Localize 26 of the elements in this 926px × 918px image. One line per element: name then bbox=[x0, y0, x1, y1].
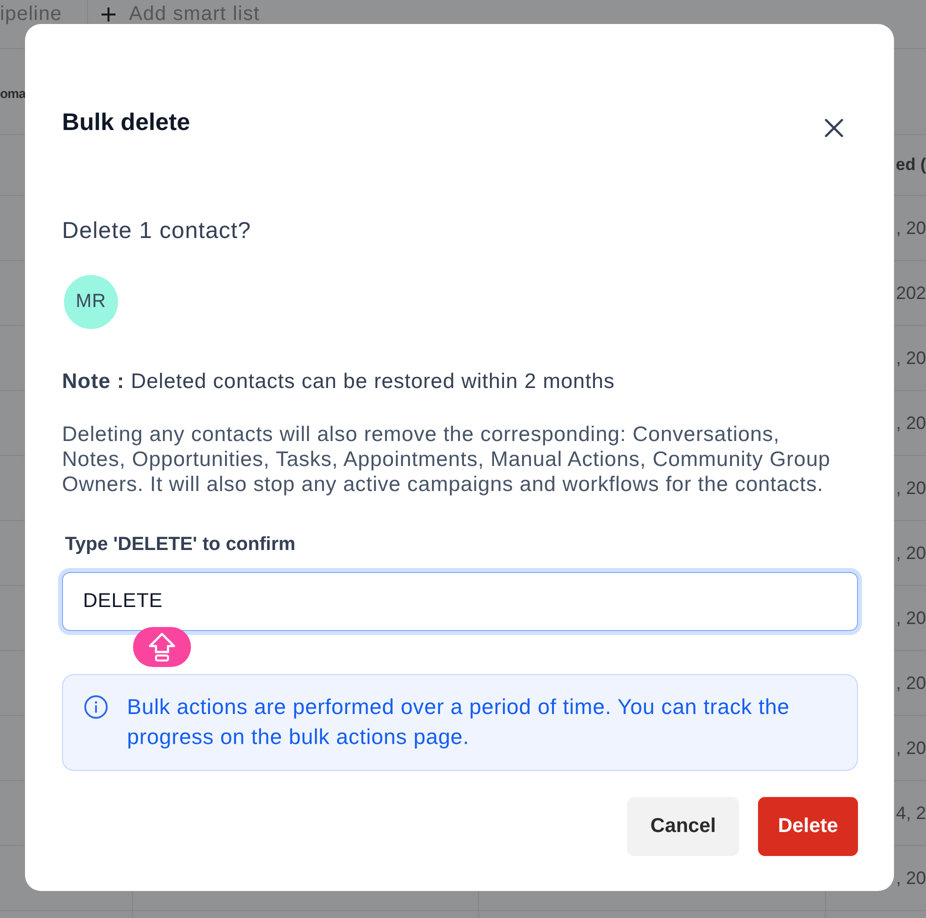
table-cell: , 20 bbox=[896, 543, 926, 563]
table-cell: , 20 bbox=[896, 673, 926, 693]
dialog-heading: Delete 1 contact? bbox=[62, 216, 252, 245]
delete-button[interactable]: Delete bbox=[758, 797, 858, 856]
table-cell: , 20 bbox=[896, 413, 926, 433]
toolbar-label: oma bbox=[0, 86, 26, 102]
description-text: Deleting any contacts will also remove the corresponding: Conversations, Notes, Opportunities, Tasks, Appointments, Manual Actions, Community Group Owners. It will also stop any active campaigns and workflows for the contacts. bbox=[62, 422, 832, 497]
table-cell: , 20 bbox=[896, 738, 926, 758]
contact-avatar: MR bbox=[64, 275, 118, 329]
table-cell: , 20 bbox=[896, 868, 926, 888]
confirm-input[interactable]: DELETE bbox=[58, 568, 862, 635]
table-cell: , 20 bbox=[896, 218, 926, 238]
table-cell: 4, 2 bbox=[896, 803, 926, 823]
plus-icon bbox=[101, 6, 116, 22]
column-header: ed ( bbox=[896, 155, 926, 175]
close-icon[interactable] bbox=[824, 118, 844, 138]
note-text: Note : Deleted contacts can be restored within 2 months bbox=[62, 369, 615, 395]
table-cell: , 20 bbox=[896, 348, 926, 368]
table-cell: , 20 bbox=[896, 478, 926, 498]
table-cell: , 20 bbox=[896, 608, 926, 628]
cancel-button[interactable]: Cancel bbox=[627, 797, 739, 856]
info-text: Bulk actions are performed over a period of time. You can track the progress on the bulk actions page. bbox=[127, 694, 791, 751]
table-cell: 202 bbox=[896, 283, 926, 303]
field-label: Type 'DELETE' to confirm bbox=[65, 533, 296, 557]
dialog-title: Bulk delete bbox=[62, 108, 190, 138]
info-icon bbox=[84, 695, 108, 719]
